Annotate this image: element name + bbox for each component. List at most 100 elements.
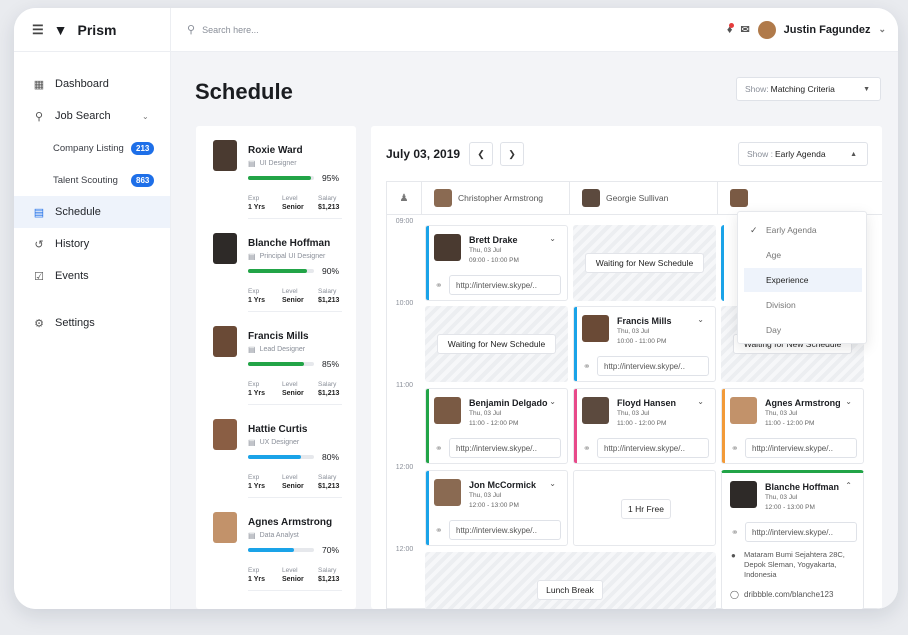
- role-label: UX Designer: [259, 439, 300, 446]
- avatar[interactable]: [757, 20, 776, 39]
- sidebar-item-talent-scouting[interactable]: Talent Scouting 863: [14, 164, 170, 196]
- sidebar-item-events[interactable]: ☑ Events: [14, 260, 170, 292]
- menu-icon[interactable]: ☰: [32, 22, 44, 38]
- briefcase-icon: ▤: [248, 159, 256, 168]
- candidate-card[interactable]: Roxie Ward ▤ UI Designer 95% Exp Level Salary 1…: [196, 126, 356, 219]
- option-label: Experience: [766, 275, 809, 285]
- user-name[interactable]: Justin Fagundez: [784, 24, 871, 36]
- appointment-card[interactable]: Benjamin Delgado Thu, 03 Jul 11:00 - 12:00…: [425, 388, 568, 464]
- salary-value: $1,213: [318, 390, 340, 397]
- dropdown-option[interactable]: Age: [744, 243, 862, 267]
- option-label: Early Agenda: [766, 225, 817, 235]
- avatar: [213, 233, 237, 264]
- exp-value: 1 Yrs: [248, 576, 265, 583]
- matching-criteria-select[interactable]: Show: Matching Criteria ▼: [736, 77, 881, 101]
- candidate-card[interactable]: Agnes Armstrong ▤ Data Analyst 70% Exp Level S…: [196, 498, 356, 591]
- exp-label: Exp: [248, 381, 260, 388]
- match-progress-fill: [248, 455, 301, 459]
- match-percent: 80%: [322, 452, 340, 462]
- interview-link[interactable]: http://interview.skype/..: [449, 520, 561, 540]
- appointment-date: Thu, 03 Jul: [765, 410, 798, 417]
- dropdown-option[interactable]: Experience: [744, 268, 862, 292]
- next-day-button[interactable]: ❯: [500, 142, 524, 166]
- search-input[interactable]: Search here...: [202, 25, 259, 35]
- appointment-card[interactable]: Brett Drake Thu, 03 Jul 09:00 - 10:00 PM ⌄ ⚭…: [425, 225, 568, 301]
- app-name: Prism: [77, 21, 117, 38]
- main-content: Schedule Show: Matching Criteria ▼ Roxie…: [171, 52, 898, 609]
- time-column-header: ♟: [387, 182, 422, 215]
- match-progress-bar: [248, 362, 314, 366]
- chevron-down-icon[interactable]: ⌄: [549, 397, 556, 406]
- appointment-card[interactable]: Francis Mills Thu, 03 Jul 10:00 - 11:00 PM…: [573, 306, 716, 382]
- chevron-down-icon[interactable]: ⌄: [845, 397, 852, 406]
- match-percent: 85%: [322, 359, 340, 369]
- sidebar-item-job-search[interactable]: ⚲ Job Search ⌄: [14, 100, 170, 132]
- appointment-date: Thu, 03 Jul: [469, 247, 502, 254]
- sidebar-item-history[interactable]: ↺ History: [14, 228, 170, 260]
- level-value: Senior: [282, 297, 304, 304]
- sidebar-item-company-listing[interactable]: Company Listing 213: [14, 132, 170, 164]
- sidebar-item-schedule[interactable]: ▤ Schedule: [14, 196, 170, 228]
- website-link[interactable]: dribbble.com/blanche123: [744, 590, 833, 599]
- appointment-card-expanded[interactable]: Blanche Hoffman Thu, 03 Jul 12:00 - 13:00 …: [721, 470, 864, 609]
- avatar: [582, 315, 609, 342]
- avatar: [434, 397, 461, 424]
- dropdown-option[interactable]: Day: [744, 318, 862, 342]
- appointment-card[interactable]: Floyd Hansen Thu, 03 Jul 11:00 - 12:00 PM ⌄…: [573, 388, 716, 464]
- candidate-card[interactable]: Hattie Curtis ▤ UX Designer 80% Exp Level Sala…: [196, 405, 356, 498]
- person-icon: ♟: [399, 192, 409, 204]
- chevron-down-icon[interactable]: ⌄: [878, 24, 886, 35]
- chevron-down-icon[interactable]: ⌄: [697, 397, 704, 406]
- appointment-date: Thu, 03 Jul: [617, 328, 650, 335]
- level-value: Senior: [282, 204, 304, 211]
- chevron-down-icon[interactable]: ⌄: [549, 234, 556, 243]
- chevron-up-icon[interactable]: ⌃: [845, 481, 852, 490]
- bell-icon[interactable]: ♦: [727, 22, 735, 36]
- history-icon: ↺: [34, 238, 44, 251]
- location-icon: ●: [731, 551, 736, 560]
- column-header-name: Christopher Armstrong: [458, 193, 544, 203]
- color-bar: [426, 226, 429, 300]
- candidate-name: Blanche Hoffman: [248, 238, 331, 249]
- level-label: Level: [282, 567, 298, 574]
- address-text: Mataram Bumi Sejahtera 28C, Depok Sleman…: [744, 550, 845, 579]
- dropdown-option[interactable]: Division: [744, 293, 862, 317]
- level-label: Level: [282, 195, 298, 202]
- interview-link[interactable]: http://interview.skype/..: [449, 275, 561, 295]
- sidebar-nav: ▦ Dashboard ⚲ Job Search ⌄ Company Listi…: [14, 52, 170, 339]
- schedule-calendar: July 03, 2019 ❮ ❯ Show : Early Agenda ▲ …: [371, 126, 882, 609]
- candidate-card[interactable]: Blanche Hoffman ▤ Principal UI Designer 90%…: [196, 219, 356, 312]
- column-header[interactable]: Christopher Armstrong: [422, 182, 570, 215]
- search-bar[interactable]: ⚲ Search here...: [171, 23, 727, 36]
- avatar: [213, 419, 237, 450]
- chevron-down-icon[interactable]: ⌄: [549, 479, 556, 488]
- sidebar-item-dashboard[interactable]: ▦ Dashboard: [14, 68, 170, 100]
- interview-link[interactable]: http://interview.skype/..: [597, 356, 709, 376]
- appointment-date: Thu, 03 Jul: [469, 492, 502, 499]
- appointment-time: 09:00 - 10:00 PM: [469, 257, 519, 264]
- prev-day-button[interactable]: ❮: [469, 142, 493, 166]
- candidate-name: Hattie Curtis: [248, 424, 308, 435]
- agenda-select[interactable]: Show : Early Agenda ▲: [738, 142, 868, 166]
- column-header[interactable]: Georgie Sullivan: [570, 182, 718, 215]
- avatar: [434, 479, 461, 506]
- interview-link[interactable]: http://interview.skype/..: [745, 522, 857, 542]
- candidate-card[interactable]: Francis Mills ▤ Lead Designer 85% Exp Level Sa…: [196, 312, 356, 405]
- appointment-date: Thu, 03 Jul: [469, 410, 502, 417]
- interview-link[interactable]: http://interview.skype/..: [745, 438, 857, 458]
- dashboard-icon: ▦: [33, 78, 45, 91]
- mail-icon[interactable]: ✉: [740, 23, 749, 36]
- attachment-icon: ⚭: [583, 443, 591, 453]
- match-percent: 70%: [322, 545, 340, 555]
- dropdown-option[interactable]: ✓ Early Agenda: [744, 218, 862, 242]
- waiting-label: Waiting for New Schedule: [437, 334, 556, 354]
- interview-link[interactable]: http://interview.skype/..: [597, 438, 709, 458]
- attachment-icon: ⚭: [731, 443, 739, 453]
- chevron-down-icon[interactable]: ⌄: [697, 315, 704, 324]
- appointment-card[interactable]: Jon McCormick Thu, 03 Jul 12:00 - 13:00 PM…: [425, 470, 568, 546]
- interview-link[interactable]: http://interview.skype/..: [449, 438, 561, 458]
- app-window: ☰ ▼ Prism ▦ Dashboard ⚲ Job Search ⌄ Com…: [14, 8, 898, 609]
- sidebar-item-settings[interactable]: ⚙ Settings: [14, 307, 170, 339]
- appointment-card[interactable]: Agnes Armstrong Thu, 03 Jul 11:00 - 12:00 …: [721, 388, 864, 464]
- caret-up-icon: ▲: [850, 150, 857, 158]
